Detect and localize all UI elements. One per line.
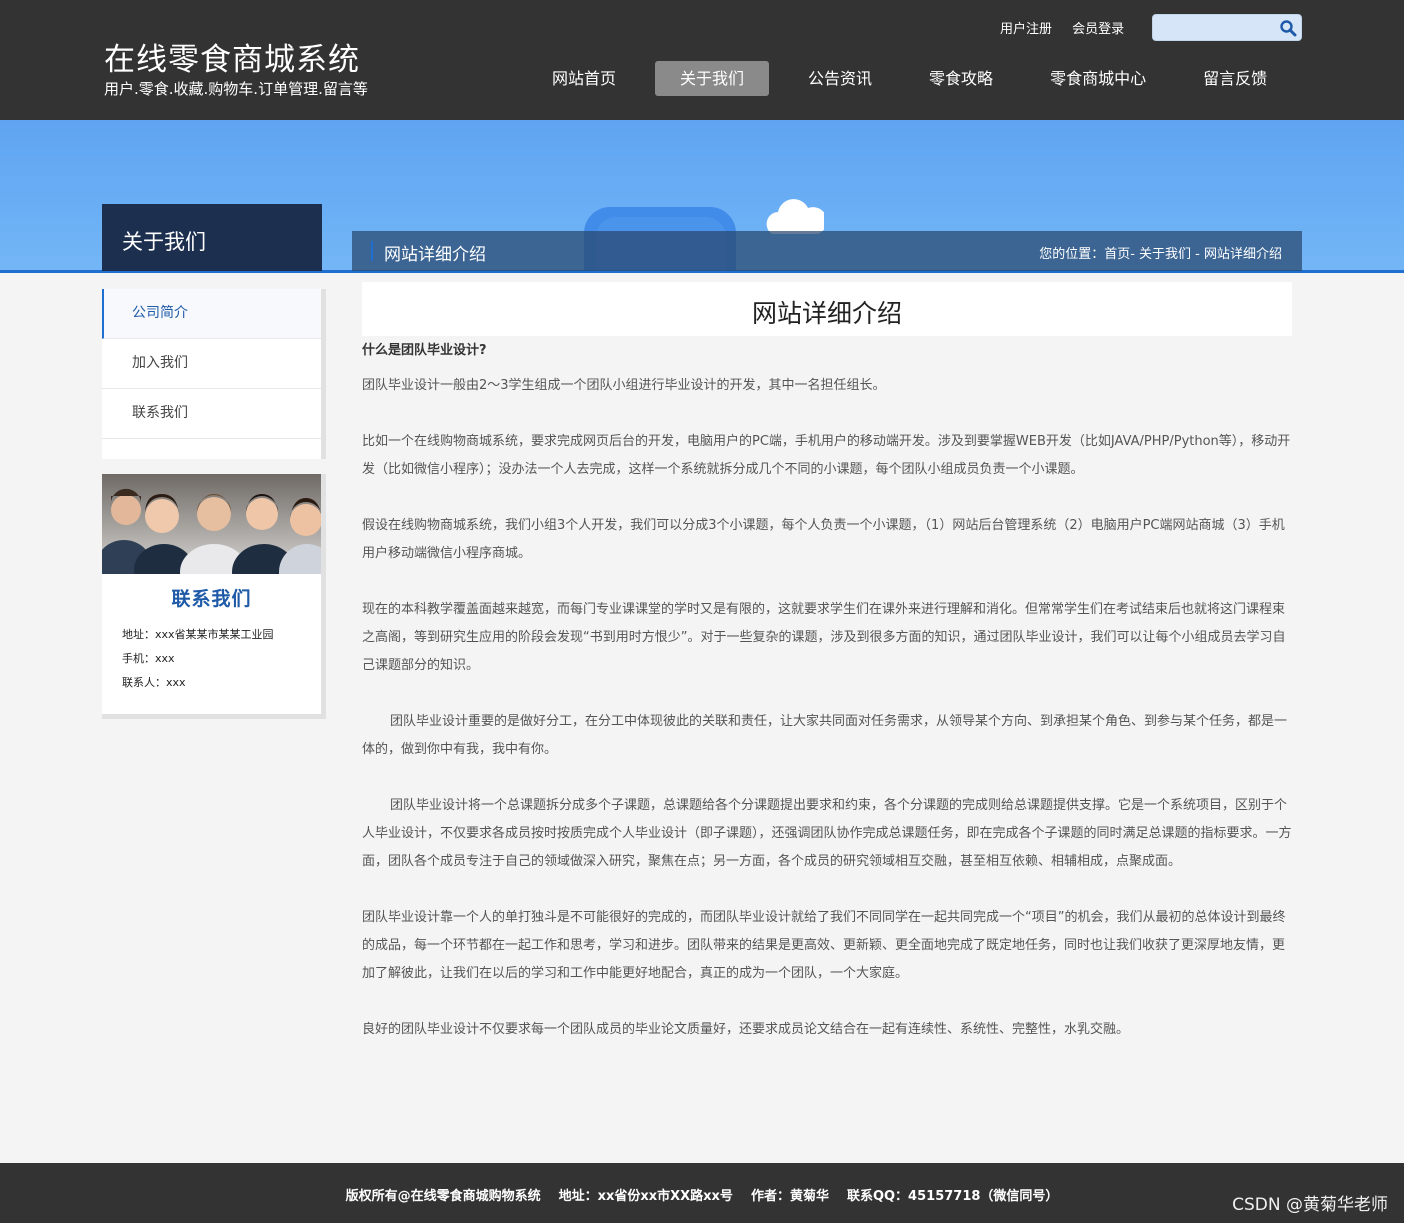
article-spacer (362, 568, 1292, 596)
footer-author: 作者：黄菊华 (750, 1189, 829, 1204)
article-paragraph: 比如一个在线购物商城系统，要求完成网页后台的开发，电脑用户的PC端，手机用户的移… (362, 434, 1291, 477)
footer-qq: 联系QQ：45157718（微信同号） (846, 1189, 1059, 1204)
site-header: 在线零食商城系统 用户.零食.收藏.购物车.订单管理.留言等 用户注册 会员登录… (0, 0, 1404, 120)
site-footer: 版权所有@在线零食商城购物系统 地址：xx省份xx市XX路xx号 作者：黄菊华 联系Q… (0, 1163, 1404, 1223)
article-spacer (362, 484, 1292, 512)
breadcrumb-label: 您的位置： (1039, 247, 1105, 262)
footer-copyright: 版权所有@在线零食商城购物系统 (345, 1189, 541, 1204)
sidebar-title-box: 关于我们 (102, 204, 322, 271)
main-nav: 网站首页 关于我们 公告资讯 零食攻略 零食商城中心 留言反馈 (534, 61, 1306, 96)
article-title-box: 网站详细介绍 (362, 282, 1292, 336)
nav-shop[interactable]: 零食商城中心 (1032, 61, 1164, 96)
cloud-icon (766, 199, 824, 234)
article-spacer (362, 400, 1292, 428)
contact-person: 联系人：xxx (122, 676, 186, 689)
article-paragraph: 团队毕业设计重要的是做好分工，在分工中体现彼此的关联和责任，让大家共同面对任务需… (362, 714, 1288, 757)
customer-service-photo (102, 474, 321, 574)
sidebar-item-join-us[interactable]: 加入我们 (102, 339, 321, 389)
login-link[interactable]: 会员登录 (1072, 22, 1124, 37)
nav-guide[interactable]: 零食攻略 (911, 61, 1011, 96)
sidebar-title: 关于我们 (122, 230, 206, 254)
article-paragraph: 现在的本科教学覆盖面越来越宽，而每门专业课课堂的学时又是有限的，这就要求学生们在… (362, 602, 1286, 673)
search-icon[interactable] (1279, 19, 1297, 37)
breadcrumb-path[interactable]: 首页- 关于我们 - 网站详细介绍 (1104, 247, 1282, 262)
article-paragraph: 团队毕业设计靠一个人的单打独斗是不可能很好的完成的，而团队毕业设计就给了我们不同… (362, 910, 1286, 981)
breadcrumb-marker (371, 241, 373, 261)
article-paragraph: 良好的团队毕业设计不仅要求每一个团队成员的毕业论文质量好，还要求成员论文结合在一… (362, 1022, 1130, 1037)
article-spacer (362, 680, 1292, 708)
top-links: 用户注册 会员登录 (1000, 18, 1140, 37)
nav-about[interactable]: 关于我们 (655, 61, 770, 96)
sidebar-item-contact-us[interactable]: 联系我们 (102, 389, 321, 439)
contact-card: 联系我们 地址：xxx省某某市某某工业园 手机：xxx 联系人：xxx (102, 474, 326, 719)
article-paragraph: 假设在线购物商城系统，我们小组3个人开发，我们可以分成3个小课题，每个人负责一个… (362, 518, 1285, 561)
breadcrumb-bar: 网站详细介绍 您的位置：首页- 关于我们 - 网站详细介绍 (352, 231, 1302, 271)
contact-title: 联系我们 (171, 588, 252, 610)
site-subtitle: 用户.零食.收藏.购物车.订单管理.留言等 (104, 80, 368, 98)
article-title: 网站详细介绍 (751, 299, 902, 328)
sidebar-item-company-profile[interactable]: 公司简介 (102, 289, 321, 339)
article-spacer (362, 876, 1292, 904)
article-spacer (362, 988, 1292, 1016)
footer-info: 版权所有@在线零食商城购物系统 地址：xx省份xx市XX路xx号 作者：黄菊华 联系Q… (0, 1185, 1404, 1204)
article-paragraph: 团队毕业设计将一个总课题拆分成多个子课题，总课题给各个分课题提出要求和约束，各个… (362, 798, 1292, 869)
sidebar-menu: 公司简介 加入我们 联系我们 (102, 289, 326, 459)
article-body: 什么是团队毕业设计? 团队毕业设计一般由2～3学生组成一个团队小组进行毕业设计的… (362, 340, 1292, 1044)
article-question: 什么是团队毕业设计? (362, 343, 487, 358)
nav-feedback[interactable]: 留言反馈 (1185, 61, 1285, 96)
article-spacer (362, 764, 1292, 792)
contact-address: 地址：xxx省某某市某某工业园 (122, 628, 274, 641)
breadcrumb: 您的位置：首页- 关于我们 - 网站详细介绍 (1039, 243, 1282, 262)
contact-phone: 手机：xxx (122, 652, 175, 665)
nav-home[interactable]: 网站首页 (534, 61, 634, 96)
csdn-watermark: CSDN @黄菊华老师 (1232, 1195, 1388, 1215)
footer-address: 地址：xx省份xx市XX路xx号 (558, 1189, 733, 1204)
breadcrumb-title: 网站详细介绍 (384, 245, 486, 265)
nav-news[interactable]: 公告资讯 (790, 61, 890, 96)
search-box (1152, 14, 1302, 41)
article-paragraph: 团队毕业设计一般由2～3学生组成一个团队小组进行毕业设计的开发，其中一名担任组长… (362, 378, 886, 393)
register-link[interactable]: 用户注册 (1000, 22, 1052, 37)
site-title[interactable]: 在线零食商城系统 (104, 34, 360, 79)
search-input[interactable] (1153, 15, 1273, 40)
